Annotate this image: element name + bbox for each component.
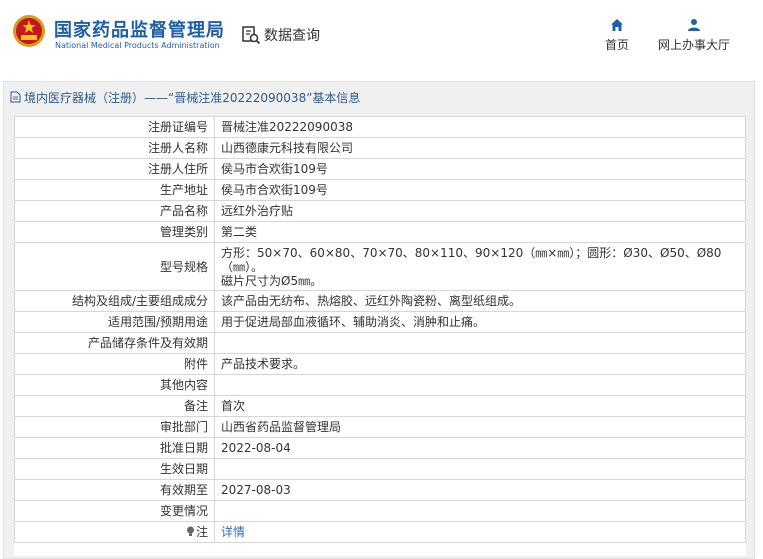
home-icon (611, 19, 623, 31)
row-value (214, 500, 746, 522)
nav-online-hall-label: 网上办事大厅 (657, 38, 730, 52)
table-row: 结构及组成/主要组成成分 该产品由无纺布、热熔胶、远红外陶瓷粉、离型纸组成。 (14, 290, 746, 312)
nav-home-label: 首页 (604, 38, 629, 52)
table-row: 注册证编号 晋械注准20222090038 (14, 116, 746, 138)
spec-line: （㎜）。 (221, 259, 264, 274)
table-row: 有效期至 2027-08-03 (14, 479, 746, 501)
table-row: 备注 首次 (14, 395, 746, 417)
row-value: 详情 (214, 521, 746, 543)
row-key: 批准日期 (14, 437, 215, 459)
nav-home[interactable]: 首页 (597, 18, 637, 53)
row-value: 2022-08-04 (214, 437, 746, 459)
lightbulb-icon (186, 526, 194, 536)
table-row: 适用范围/预期用途 用于促进局部血液循环、辅助消炎、消肿和止痛。 (14, 311, 746, 333)
table-row: 注册人名称 山西德康元科技有限公司 (14, 137, 746, 159)
info-table-container: 注册证编号 晋械注准20222090038 注册人名称 山西德康元科技有限公司 … (14, 116, 746, 556)
row-key: 生效日期 (14, 458, 215, 480)
table-row: 附件 产品技术要求。 (14, 353, 746, 375)
table-row: 型号规格 方形：50×70、60×80、70×70、80×110、90×120（… (14, 242, 746, 291)
row-key: 生产地址 (14, 179, 215, 201)
data-query-label: 数据查询 (264, 28, 320, 44)
row-key: 备注 (14, 395, 215, 417)
table-row: 批准日期 2022-08-04 (14, 437, 746, 459)
row-key: 注册人名称 (14, 137, 215, 159)
row-key: 注册人住所 (14, 158, 215, 180)
row-key: 有效期至 (14, 479, 215, 501)
row-value: 侯马市合欢街109号 (214, 179, 746, 201)
site-header: 国家药品监督管理局 National Medical Products Admi… (0, 0, 763, 72)
table-row: 注册人住所 侯马市合欢街109号 (14, 158, 746, 180)
row-value: 产品技术要求。 (214, 353, 746, 375)
row-key: 型号规格 (14, 242, 215, 291)
table-row: 产品储存条件及有效期 (14, 332, 746, 354)
row-value: 远红外治疗贴 (214, 200, 746, 222)
site-title[interactable]: 国家药品监督管理局 (54, 16, 225, 42)
table-row: 注 详情 (14, 521, 746, 543)
row-key: 注册证编号 (14, 116, 215, 138)
row-value: 该产品由无纺布、热熔胶、远红外陶瓷粉、离型纸组成。 (214, 290, 746, 312)
details-link[interactable]: 详情 (221, 525, 245, 539)
row-key: 适用范围/预期用途 (14, 311, 215, 333)
row-value: 山西德康元科技有限公司 (214, 137, 746, 159)
row-value (214, 458, 746, 480)
row-value: 山西省药品监督管理局 (214, 416, 746, 438)
row-key: 结构及组成/主要组成成分 (14, 290, 215, 312)
detail-panel: 境内医疗器械（注册）——“晋械注准20222090038”基本信息 注册证编号 … (3, 81, 755, 559)
row-value: 首次 (214, 395, 746, 417)
table-row: 变更情况 (14, 500, 746, 522)
table-row: 生效日期 (14, 458, 746, 480)
row-value: 用于促进局部血液循环、辅助消炎、消肿和止痛。 (214, 311, 746, 333)
row-value: 方形：50×70、60×80、70×70、80×110、90×120（㎜×㎜）；… (214, 242, 746, 291)
row-key: 附件 (14, 353, 215, 375)
table-row: 产品名称 远红外治疗贴 (14, 200, 746, 222)
table-row: 其他内容 (14, 374, 746, 396)
row-value: 2027-08-03 (214, 479, 746, 501)
panel-title-text: 境内医疗器械（注册）——“晋械注准20222090038”基本信息 (24, 90, 361, 105)
nav-online-hall[interactable]: 网上办事大厅 (652, 18, 736, 53)
table-row: 生产地址 侯马市合欢街109号 (14, 179, 746, 201)
site-subtitle: National Medical Products Administration (55, 41, 220, 50)
row-key: 审批部门 (14, 416, 215, 438)
user-icon (688, 19, 700, 31)
row-value: 侯马市合欢街109号 (214, 158, 746, 180)
table-row: 管理类别 第二类 (14, 221, 746, 243)
document-search-icon (242, 26, 261, 45)
panel-title: 境内医疗器械（注册）——“晋械注准20222090038”基本信息 (10, 88, 360, 106)
info-table: 注册证编号 晋械注准20222090038 注册人名称 山西德康元科技有限公司 … (14, 116, 746, 543)
row-value: 第二类 (214, 221, 746, 243)
row-value (214, 332, 746, 354)
row-value (214, 374, 746, 396)
row-key: 管理类别 (14, 221, 215, 243)
spec-line: 磁片尺寸为Ø5㎜。 (221, 273, 323, 288)
row-value: 晋械注准20222090038 (214, 116, 746, 138)
row-key: 其他内容 (14, 374, 215, 396)
emblem-icon (13, 15, 45, 47)
data-query-link[interactable]: 数据查询 (241, 24, 320, 46)
row-key: 注 (14, 521, 215, 543)
row-key: 产品名称 (14, 200, 215, 222)
note-key-label: 注 (195, 525, 208, 539)
spec-line: 方形：50×70、60×80、70×70、80×110、90×120（㎜×㎜）；… (221, 245, 722, 260)
row-key: 变更情况 (14, 500, 215, 522)
document-icon (10, 91, 21, 103)
table-row: 审批部门 山西省药品监督管理局 (14, 416, 746, 438)
row-key: 产品储存条件及有效期 (14, 332, 215, 354)
